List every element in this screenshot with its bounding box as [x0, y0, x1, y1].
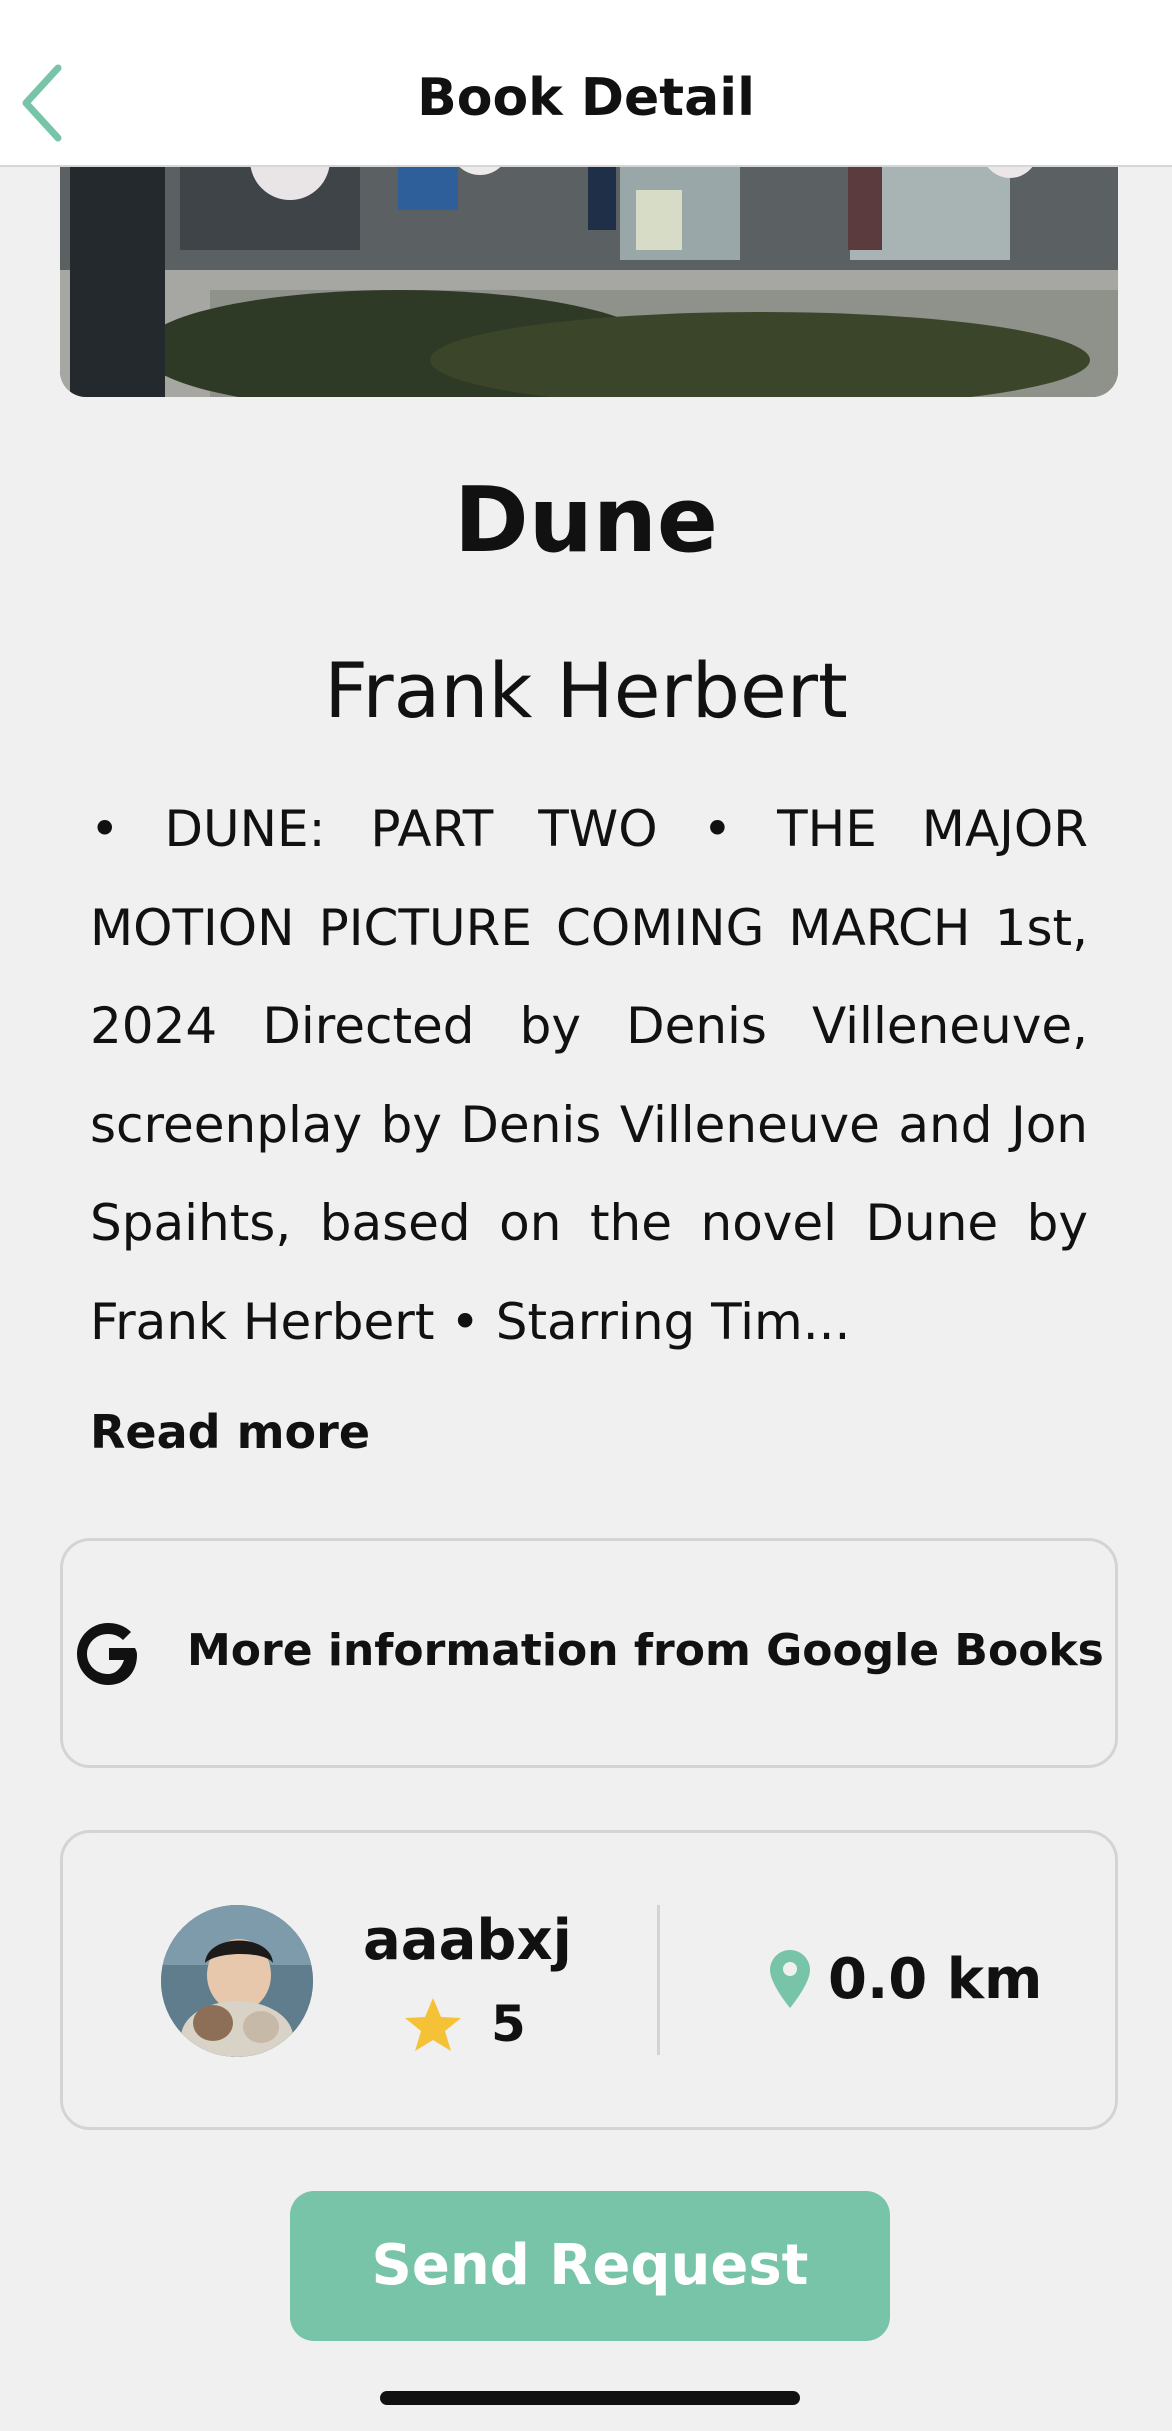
star-icon [405, 1998, 461, 2051]
google-books-label: More information from Google Books [187, 1625, 1104, 1676]
owner-rating: 5 [491, 1995, 526, 2053]
owner-card: aaabxj 5 0.0 km [60, 1830, 1118, 2130]
book-title: Dune [454, 468, 718, 573]
owner-distance: 0.0 km [828, 1947, 1043, 2012]
google-books-button[interactable]: More information from Google Books [60, 1538, 1118, 1768]
page-title: Book Detail [417, 68, 755, 128]
google-icon [77, 1623, 137, 1685]
card-divider [657, 1905, 660, 2055]
send-request-button[interactable]: Send Request [290, 2191, 890, 2341]
location-pin-icon [770, 1950, 810, 2008]
read-more-link[interactable]: Read more [90, 1405, 370, 1459]
home-indicator[interactable] [380, 2391, 800, 2405]
owner-username: aaabxj [363, 1908, 572, 1973]
avatar[interactable] [161, 1905, 313, 2057]
app-header: Book Detail [0, 0, 1172, 167]
book-author: Frank Herbert [324, 646, 848, 735]
book-description: • DUNE: PART TWO • THE MAJOR MOTION PICT… [90, 800, 1088, 1351]
